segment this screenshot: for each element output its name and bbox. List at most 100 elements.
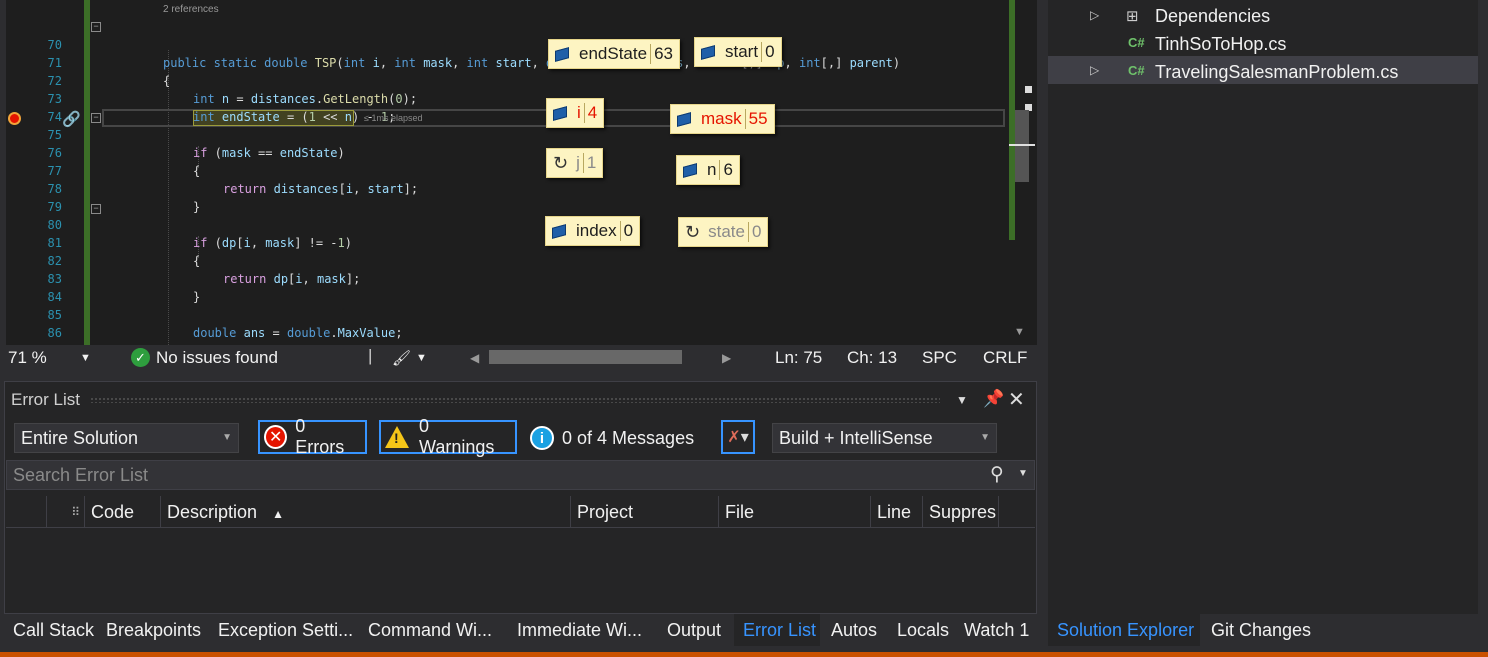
code-line[interactable]: 77 return distances[i, start]; (0, 144, 1005, 196)
datatip-i[interactable]: i4 (546, 98, 605, 128)
issues-status[interactable]: No issues found (156, 348, 278, 368)
close-icon[interactable]: ✕ (1008, 387, 1025, 412)
datatip-name: state (708, 222, 745, 241)
tree-item-dependencies[interactable]: Dependencies (1155, 6, 1270, 27)
variable-icon (683, 162, 697, 178)
scrollbar-thumb[interactable] (1015, 110, 1029, 182)
tab-watch-1[interactable]: Watch 1 (964, 620, 1029, 641)
datatip-n[interactable]: n6 (676, 155, 740, 185)
tab-exception-settings[interactable]: Exception Setti... (218, 620, 353, 641)
zoom-level[interactable]: 71 % (8, 348, 47, 368)
tab-solution-explorer[interactable]: Solution Explorer (1057, 620, 1194, 641)
column-indicator[interactable]: Ch: 13 (847, 348, 897, 368)
warning-icon (385, 426, 409, 448)
column-header-suppression[interactable]: Suppres (922, 496, 998, 528)
datatip-state[interactable]: ↻ state 0 (678, 217, 769, 247)
tab-breakpoints[interactable]: Breakpoints (106, 620, 201, 641)
refresh-icon[interactable]: ↻ (553, 153, 568, 174)
tab-output[interactable]: Output (667, 620, 721, 641)
datatip-start[interactable]: start 0 (694, 37, 782, 67)
codelens-references[interactable]: 2 references (163, 4, 219, 15)
scope-dropdown[interactable]: Entire Solution ▼ (14, 423, 239, 453)
column-header-project[interactable]: Project (570, 496, 718, 528)
zoom-dropdown-icon[interactable]: ▼ (80, 352, 91, 364)
tab-error-list[interactable]: Error List (743, 620, 816, 641)
tab-command-window[interactable]: Command Wi... (368, 620, 492, 641)
column-header-extra[interactable] (998, 496, 1035, 528)
chevron-down-icon: ▼ (222, 432, 232, 443)
expand-arrow-icon[interactable]: ▷ (1090, 63, 1099, 77)
tab-locals[interactable]: Locals (897, 620, 949, 641)
datatip-mask[interactable]: mask 55 (670, 104, 775, 134)
column-chooser-icon[interactable]: ⠿ (46, 496, 84, 528)
column-header-line[interactable]: Line (870, 496, 922, 528)
datatip-value[interactable]: 6 (723, 160, 732, 180)
datatip-value[interactable]: 0 (624, 221, 633, 241)
line-ending-indicator[interactable]: CRLF (983, 348, 1027, 368)
tab-autos[interactable]: Autos (831, 620, 877, 641)
datatip-value[interactable]: 0 (752, 222, 761, 242)
messages-filter-button[interactable]: i 0 of 4 Messages (530, 422, 694, 454)
code-line[interactable]: 71 { (0, 36, 1005, 88)
collapse-icon[interactable]: − (91, 204, 101, 214)
tree-item-travelingsalesmanproblem[interactable]: TravelingSalesmanProblem.cs (1155, 62, 1398, 83)
brush-icon[interactable]: 🖌 (392, 349, 411, 367)
datatip-value[interactable]: 4 (588, 103, 597, 123)
scroll-right-arrow-icon[interactable]: ▶ (722, 351, 731, 365)
panel-grip[interactable] (90, 397, 940, 403)
collapse-icon[interactable]: − (91, 113, 101, 123)
code-line[interactable]: 83 } (0, 252, 1005, 304)
errors-filter-button[interactable]: ✕ 0 Errors (258, 416, 367, 457)
tab-git-changes[interactable]: Git Changes (1211, 620, 1311, 641)
code-line[interactable]: 80 if (dp[i, mask] != -1) (0, 198, 1005, 250)
code-line[interactable]: 84 (0, 270, 1005, 304)
column-header-severity[interactable] (6, 496, 46, 528)
csharp-file-icon: C# (1128, 63, 1145, 78)
datatip-j[interactable]: ↻ j1 (546, 148, 604, 178)
code-editor[interactable]: 2 references 🔗 70 public static double T… (0, 0, 1037, 345)
expand-arrow-icon[interactable]: ▷ (1090, 8, 1099, 22)
warnings-filter-button[interactable]: 0 Warnings (379, 416, 517, 457)
whitespace-indicator[interactable]: SPC (922, 348, 957, 368)
datatip-value[interactable]: 63 (654, 44, 673, 64)
code-line[interactable]: 79 (0, 180, 1005, 214)
tab-call-stack[interactable]: Call Stack (13, 620, 94, 641)
search-input[interactable]: Search Error List (6, 460, 1035, 490)
code-line-current[interactable]: 75 if (mask == endState) (0, 108, 1005, 160)
tree-item-tinhsotohop[interactable]: TinhSoToHop.cs (1155, 34, 1286, 55)
code-line[interactable]: 74 (0, 90, 1005, 124)
code-line[interactable]: 78 } (0, 162, 1005, 214)
pin-icon[interactable]: 📌 (983, 389, 1004, 409)
datatip-endState[interactable]: endState 63 (548, 39, 680, 69)
tab-immediate-window[interactable]: Immediate Wi... (517, 620, 642, 641)
code-line[interactable]: 76 { (0, 126, 1005, 178)
scroll-left-arrow-icon[interactable]: ◀ (470, 351, 479, 365)
collapse-icon[interactable]: − (91, 22, 101, 32)
source-dropdown[interactable]: Build + IntelliSense ▼ (772, 423, 997, 453)
datatip-value[interactable]: 1 (587, 153, 596, 173)
refresh-icon[interactable]: ↻ (685, 222, 700, 243)
code-line[interactable]: 72 int n = distances.GetLength(0); (0, 54, 1005, 106)
chevron-down-icon[interactable]: ▼ (416, 352, 427, 364)
code-line[interactable]: 86 int index = -1; (0, 306, 1005, 345)
code-line[interactable]: 85 double ans = double.MaxValue; (0, 288, 1005, 340)
datatip-value[interactable]: 55 (749, 109, 768, 129)
line-indicator[interactable]: Ln: 75 (775, 348, 822, 368)
window-options-icon[interactable]: ▼ (956, 393, 968, 407)
code-line[interactable]: 81 { (0, 216, 1005, 268)
column-header-code[interactable]: Code (84, 496, 160, 528)
horizontal-scroll-thumb[interactable] (489, 350, 682, 364)
search-options-icon[interactable]: ▼ (1018, 468, 1028, 479)
datatip-value[interactable]: 0 (765, 42, 774, 62)
warnings-label: 0 Warnings (419, 416, 495, 457)
column-header-description[interactable]: Description ▲ (160, 496, 570, 528)
scroll-down-arrow-icon[interactable]: ▼ (1014, 326, 1025, 338)
code-line[interactable]: 70 public static double TSP(int i, int m… (0, 18, 1005, 70)
code-line[interactable]: 73 int endState = (1 << n) - 1; (0, 72, 1005, 124)
filter-toggle-button[interactable]: ✗ ▾ (721, 420, 755, 454)
datatip-index[interactable]: index 0 (545, 216, 641, 246)
column-header-file[interactable]: File (718, 496, 870, 528)
search-icon[interactable]: ⚲ (990, 463, 1004, 486)
code-line[interactable]: 82 return dp[i, mask]; (0, 234, 1005, 286)
code-line[interactable]: 87 (0, 324, 1005, 345)
